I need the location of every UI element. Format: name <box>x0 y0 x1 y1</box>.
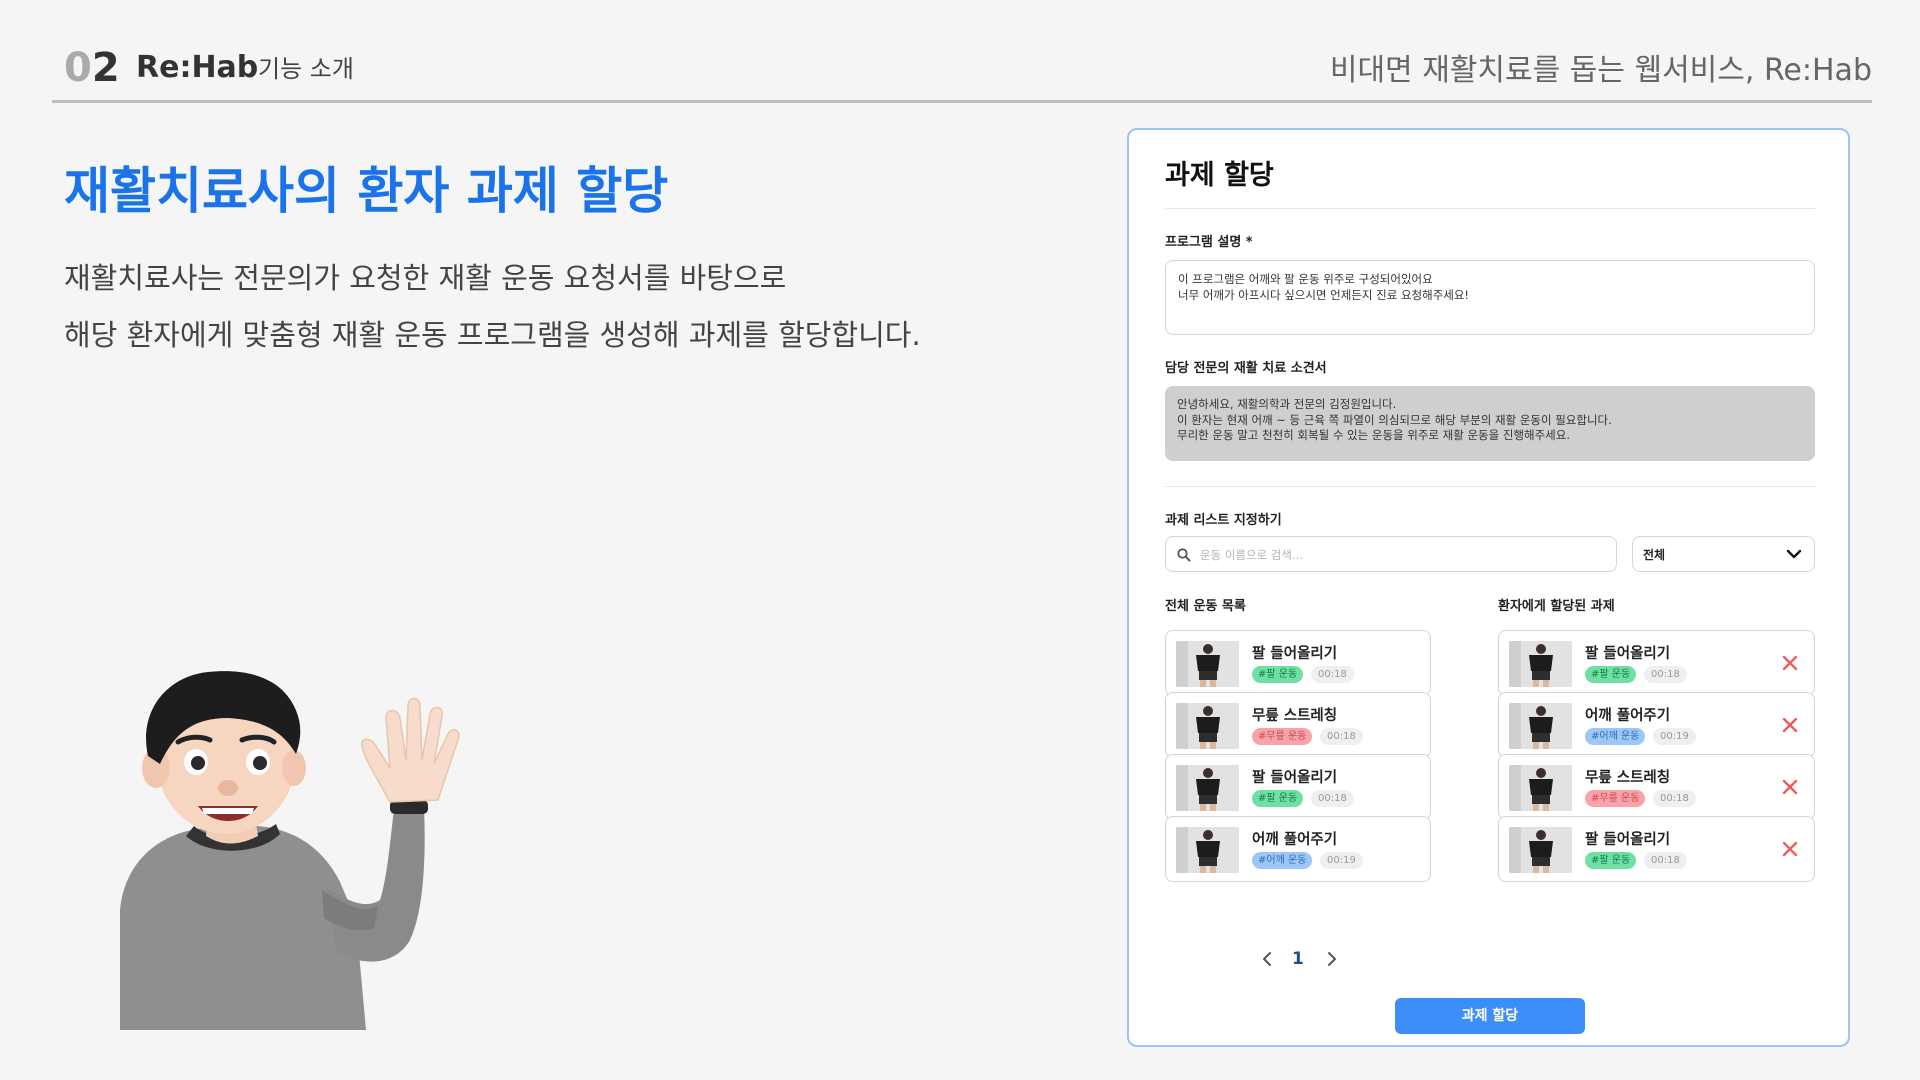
current-page-number[interactable]: 1 <box>1292 948 1304 970</box>
slide-description-line: 재활치료사는 전문의가 요청한 재활 운동 요청서를 바탕으로 <box>64 261 787 295</box>
chevron-left-icon[interactable] <box>1256 948 1278 970</box>
search-icon <box>1177 548 1191 562</box>
exercise-thumbnail-figure <box>1509 703 1572 749</box>
exercise-card[interactable]: 팔 들어올리기 #팔 운동 00:18 <box>1165 630 1431 696</box>
all-exercises-label: 전체 운동 목록 <box>1165 599 1246 614</box>
exercise-card[interactable]: 무릎 스트레칭 #무릎 운동 00:18 <box>1165 692 1431 758</box>
exercise-thumbnail <box>1176 827 1239 873</box>
exercise-card[interactable]: 팔 들어올리기 #팔 운동 00:18 <box>1165 754 1431 820</box>
exercise-search-box[interactable] <box>1165 536 1617 572</box>
exercise-tag: #팔 운동 <box>1252 790 1304 807</box>
exercise-duration: 00:18 <box>1320 728 1363 745</box>
exercise-thumbnail-figure <box>1509 827 1572 873</box>
exercise-thumbnail-figure <box>1509 765 1572 811</box>
exercise-thumbnail-figure <box>1509 641 1572 687</box>
exercise-duration: 00:19 <box>1320 852 1363 869</box>
exercise-name: 어깨 풀어주기 <box>1252 832 1338 848</box>
exercise-thumbnail <box>1176 765 1239 811</box>
exercise-tag: #팔 운동 <box>1252 666 1304 683</box>
brand-name: Re:Hab <box>136 50 259 85</box>
assign-task-button[interactable]: 과제 할당 <box>1395 998 1585 1034</box>
exercise-name: 어깨 풀어주기 <box>1585 708 1671 724</box>
section-number-main: 2 <box>91 45 120 91</box>
exercise-card[interactable]: 어깨 풀어주기 #어깨 운동 00:19 <box>1498 692 1815 758</box>
exercise-thumbnail-figure <box>1176 703 1239 749</box>
exercise-thumbnail-figure <box>1176 641 1239 687</box>
exercise-card[interactable]: 팔 들어올리기 #팔 운동 00:18 <box>1498 816 1815 882</box>
exercise-tag: #어깨 운동 <box>1252 852 1313 869</box>
task-assignment-panel: 과제 할당 프로그램 설명 * 이 프로그램은 어깨와 팔 운동 위주로 구성되… <box>1127 128 1850 1047</box>
exercise-duration: 00:18 <box>1644 852 1687 869</box>
section-number: 02 <box>64 44 120 92</box>
close-icon[interactable] <box>1778 651 1802 675</box>
exercise-name: 팔 들어올리기 <box>1585 646 1671 662</box>
close-icon[interactable] <box>1778 713 1802 737</box>
category-filter-value: 전체 <box>1643 548 1666 562</box>
exercise-card[interactable]: 무릎 스트레칭 #무릎 운동 00:18 <box>1498 754 1815 820</box>
program-description-field[interactable]: 이 프로그램은 어깨와 팔 운동 위주로 구성되어있어요 너무 어깨가 아프시다… <box>1165 260 1815 335</box>
chevron-right-icon[interactable] <box>1321 948 1343 970</box>
exercise-name: 팔 들어올리기 <box>1252 770 1338 786</box>
exercise-tag: #무릎 운동 <box>1585 790 1646 807</box>
specialist-opinion-line: 안녕하세요, 재활의학과 전문의 김정원입니다. <box>1177 397 1397 411</box>
exercise-tag: #팔 운동 <box>1585 666 1637 683</box>
exercise-thumbnail <box>1509 703 1572 749</box>
program-description-line: 너무 어깨가 아프시다 싶으시면 언제든지 진료 요청해주세요! <box>1178 287 1470 302</box>
exercise-name: 팔 들어올리기 <box>1252 646 1338 662</box>
specialist-opinion-line: 이 환자는 현재 어깨 ~ 등 근육 쪽 파열이 의심되므로 해당 부분의 재활… <box>1177 412 1612 427</box>
exercise-tag: #팔 운동 <box>1585 852 1637 869</box>
exercise-duration: 00:18 <box>1311 790 1354 807</box>
exercise-thumbnail-figure <box>1176 827 1239 873</box>
panel-title: 과제 할당 <box>1165 160 1274 191</box>
program-description-label: 프로그램 설명 * <box>1165 235 1253 250</box>
exercise-duration: 00:18 <box>1311 666 1354 683</box>
section-divider <box>1165 486 1815 487</box>
task-list-label: 과제 리스트 지정하기 <box>1165 513 1282 528</box>
exercise-tag: #어깨 운동 <box>1585 728 1646 745</box>
exercise-thumbnail <box>1176 703 1239 749</box>
exercise-name: 팔 들어올리기 <box>1585 832 1671 848</box>
exercise-thumbnail <box>1509 765 1572 811</box>
specialist-opinion-line: 무리한 운동 말고 천천히 회복될 수 있는 운동을 위주로 재활 운동을 진행… <box>1177 428 1571 442</box>
section-name: 기능 소개 <box>258 55 354 83</box>
exercise-thumbnail <box>1176 641 1239 687</box>
slide-title: 재활치료사의 환자 과제 할당 <box>64 162 669 220</box>
exercise-duration: 00:19 <box>1653 728 1696 745</box>
exercise-thumbnail-figure <box>1176 765 1239 811</box>
exercise-thumbnail <box>1509 641 1572 687</box>
slide-description: 재활치료사는 전문의가 요청한 재활 운동 요청서를 바탕으로 해당 환자에게 … <box>64 250 921 364</box>
slide-description-line: 해당 환자에게 맞춤형 재활 운동 프로그램을 생성해 과제를 할당합니다. <box>64 318 921 352</box>
program-description-line: 이 프로그램은 어깨와 팔 운동 위주로 구성되어있어요 <box>1178 272 1433 286</box>
panel-title-divider <box>1165 208 1815 209</box>
header-divider <box>52 100 1872 103</box>
exercise-name: 무릎 스트레칭 <box>1585 770 1671 786</box>
exercise-duration: 00:18 <box>1653 790 1696 807</box>
close-icon[interactable] <box>1778 775 1802 799</box>
chevron-down-icon <box>1786 549 1802 559</box>
close-icon[interactable] <box>1778 837 1802 861</box>
exercise-name: 무릎 스트레칭 <box>1252 708 1338 724</box>
waving-avatar-illustration <box>120 671 460 1030</box>
category-filter-select[interactable]: 전체 <box>1632 536 1815 572</box>
exercise-card[interactable]: 팔 들어올리기 #팔 운동 00:18 <box>1498 630 1815 696</box>
exercise-card[interactable]: 어깨 풀어주기 #어깨 운동 00:19 <box>1165 816 1431 882</box>
specialist-opinion-field: 안녕하세요, 재활의학과 전문의 김정원입니다. 이 환자는 현재 어깨 ~ 등… <box>1165 386 1815 461</box>
assigned-exercises-label: 환자에게 할당된 과제 <box>1498 599 1615 614</box>
exercise-tag: #무릎 운동 <box>1252 728 1313 745</box>
specialist-opinion-label: 담당 전문의 재활 치료 소견서 <box>1165 361 1327 376</box>
header-tagline: 비대면 재활치료를 돕는 웹서비스, Re:Hab <box>1329 53 1872 88</box>
exercise-search-input[interactable] <box>1200 543 1600 567</box>
exercise-thumbnail <box>1509 827 1572 873</box>
section-number-prefix: 0 <box>64 45 92 91</box>
exercise-duration: 00:18 <box>1644 666 1687 683</box>
